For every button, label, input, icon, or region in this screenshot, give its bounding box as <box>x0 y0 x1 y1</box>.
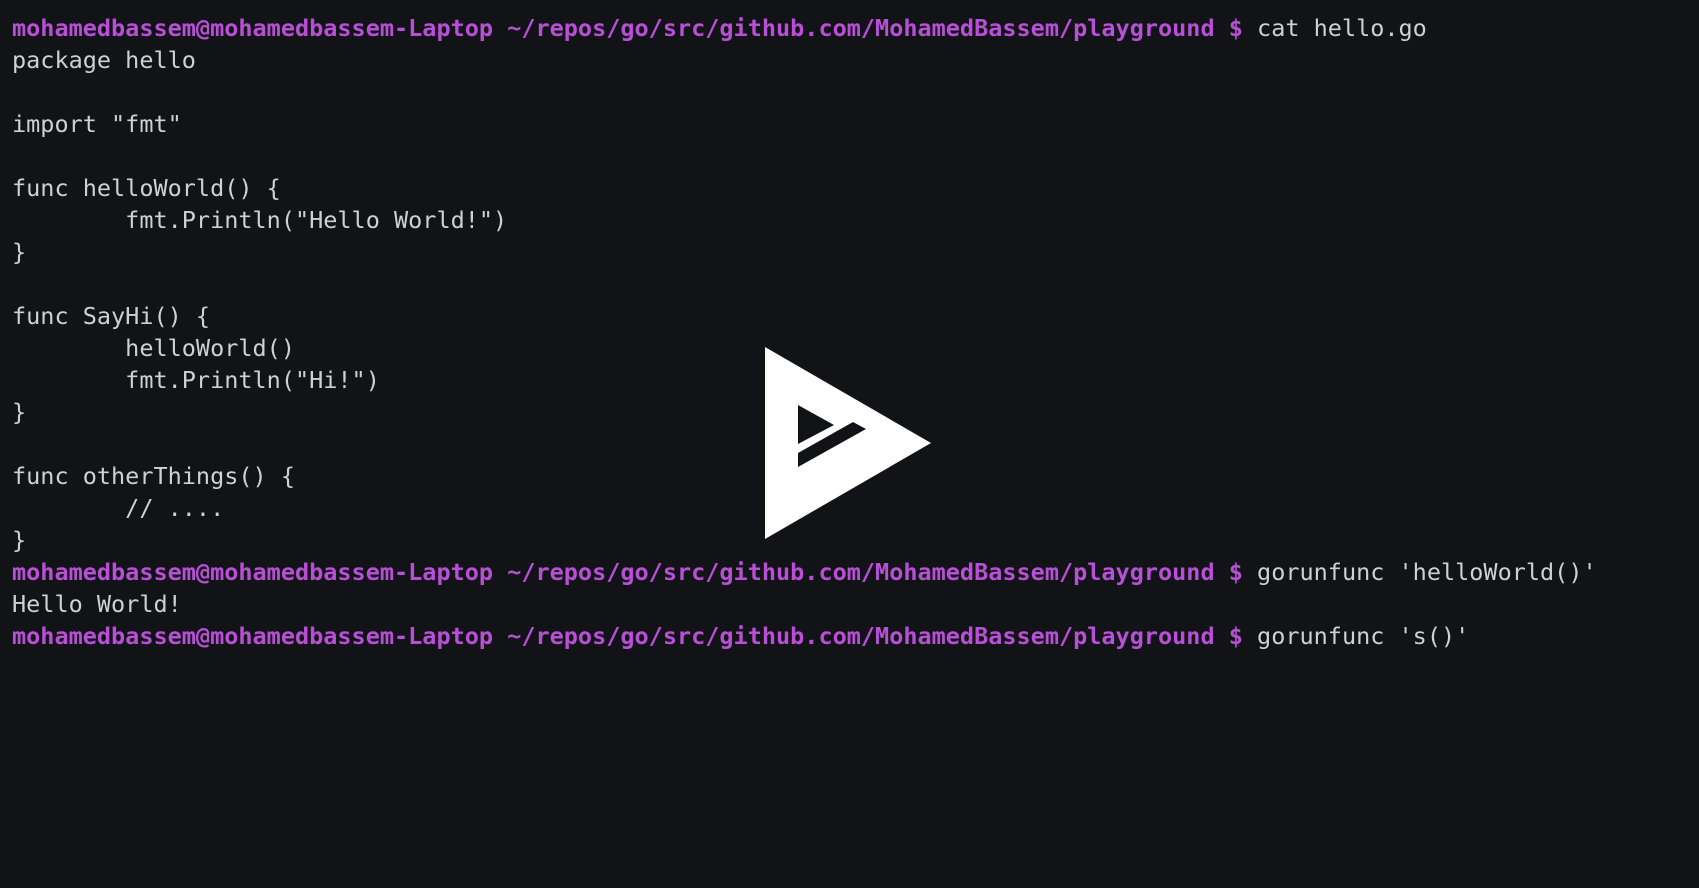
asciinema-play-icon <box>765 347 931 539</box>
shell-prompt: mohamedbassem@mohamedbassem-Laptop ~/rep… <box>12 622 1243 650</box>
terminal-line: fmt.Println("Hello World!") <box>12 206 508 234</box>
terminal-line: } <box>12 238 27 266</box>
command-text: gorunfunc 's()' <box>1242 622 1470 650</box>
command-text: cat hello.go <box>1242 14 1427 42</box>
terminal-line: mohamedbassem@mohamedbassem-Laptop ~/rep… <box>12 620 1699 652</box>
command-text: gorunfunc 'helloWorld()' <box>1242 558 1597 586</box>
terminal-line: mohamedbassem@mohamedbassem-Laptop ~/rep… <box>12 12 1699 44</box>
terminal-line: mohamedbassem@mohamedbassem-Laptop ~/rep… <box>12 556 1699 588</box>
terminal-line: func SayHi() { <box>12 302 211 330</box>
play-icon-shape <box>765 347 931 539</box>
terminal-line: package hello <box>12 46 196 74</box>
terminal-line: Hello World! <box>12 590 182 618</box>
shell-prompt: mohamedbassem@mohamedbassem-Laptop ~/rep… <box>12 558 1243 586</box>
terminal-line: func helloWorld() { <box>12 174 281 202</box>
shell-prompt: mohamedbassem@mohamedbassem-Laptop ~/rep… <box>12 14 1243 42</box>
terminal-line: import "fmt" <box>12 110 182 138</box>
play-button[interactable] <box>765 347 935 541</box>
